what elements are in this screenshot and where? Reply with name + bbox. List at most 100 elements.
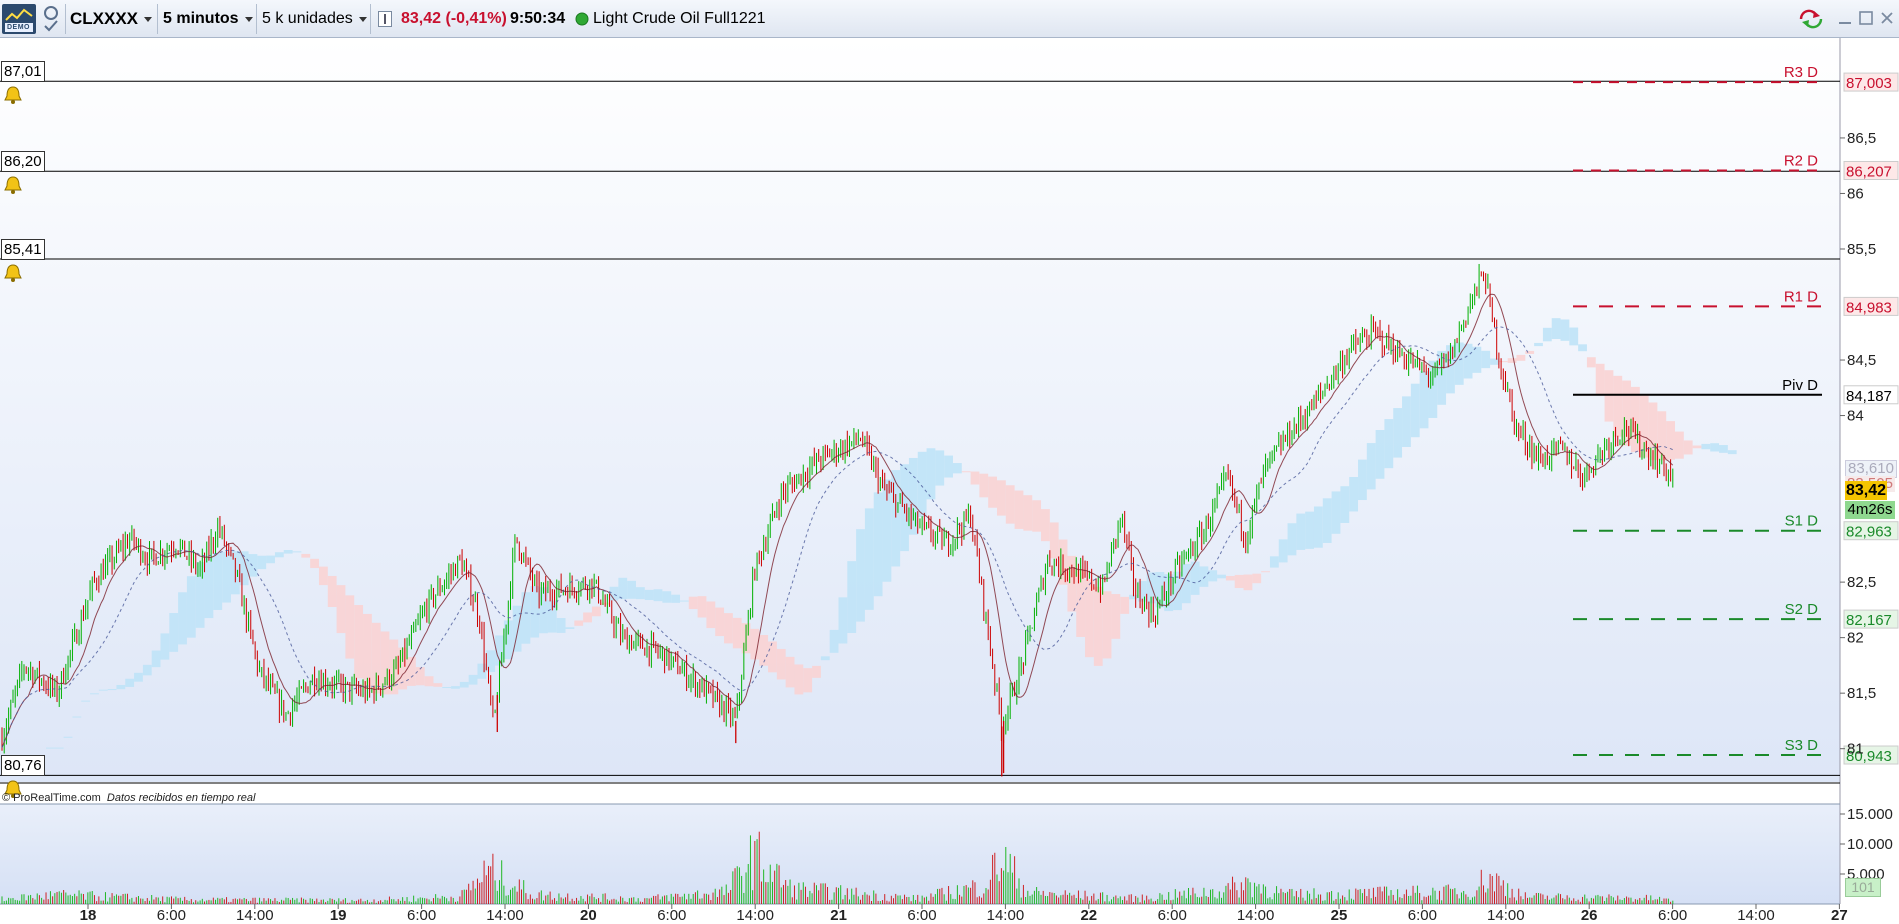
- cloud-segment: [98, 689, 108, 691]
- info-button[interactable]: [378, 0, 392, 38]
- cloud-segment: [415, 667, 425, 686]
- cloud-segment: [1551, 318, 1561, 340]
- cloud-segment: [591, 606, 601, 617]
- cloud-segment: [1507, 358, 1517, 363]
- price-tick-label: 82: [1847, 630, 1864, 647]
- last-price-label: 83,42: [1845, 481, 1887, 500]
- cloud-segment: [1683, 440, 1693, 455]
- cloud-segment: [1340, 486, 1350, 523]
- cloud-segment: [160, 633, 170, 660]
- cloud-segment: [1093, 586, 1103, 666]
- pivot-value-label: 86,207: [1846, 163, 1892, 180]
- cloud-segment: [680, 600, 689, 602]
- maximize-button[interactable]: [1858, 9, 1876, 27]
- cloud-segment: [1534, 342, 1543, 347]
- alert-level-label[interactable]: 85,41: [1, 238, 45, 260]
- cloud-segment: [1410, 383, 1420, 438]
- demo-label: DEMO: [7, 24, 30, 31]
- alert-level-label[interactable]: 86,20: [1, 151, 45, 173]
- cloud-segment: [1719, 445, 1728, 453]
- cloud-segment: [935, 450, 945, 486]
- cloud-segment: [327, 575, 337, 608]
- cloud-segment: [627, 580, 636, 599]
- separator: [256, 4, 257, 34]
- pivot-value-label: 82,963: [1846, 524, 1892, 541]
- price-tick-label: 81: [1847, 741, 1864, 758]
- cloud-segment: [803, 668, 813, 693]
- cloud-segment: [829, 629, 839, 653]
- cloud-segment: [1560, 319, 1570, 341]
- minimize-icon: [1839, 22, 1851, 24]
- cloud-segment: [1041, 509, 1050, 542]
- cloud-segment: [1208, 570, 1218, 582]
- cloud-segment: [54, 747, 64, 749]
- status-indicator: [575, 0, 589, 38]
- cloud-segment: [142, 664, 152, 676]
- price-tick-label: 81,5: [1847, 685, 1876, 702]
- price-tick-label: 86: [1847, 185, 1864, 202]
- cloud-segment: [1225, 576, 1235, 581]
- cloud-segment: [125, 678, 135, 687]
- cloud-segment: [1032, 500, 1042, 532]
- close-button[interactable]: [1879, 9, 1897, 27]
- chart-area[interactable]: R3 D 87,003 R2 D 86,207 R1 D 84,983 Piv D 84,18…: [0, 38, 1899, 924]
- cloud-segment: [1472, 346, 1482, 373]
- pivot-name-label: S2 D: [1785, 601, 1819, 618]
- cloud-segment: [996, 480, 1006, 516]
- cloud-segment: [759, 635, 769, 666]
- price-chart[interactable]: R3 D 87,003 R2 D 86,207 R1 D 84,983 Piv D 84,18…: [0, 38, 1899, 924]
- cloud-segment: [1586, 357, 1596, 368]
- bell-icon[interactable]: [2, 84, 24, 106]
- chevron-down-icon: [244, 16, 253, 22]
- minimize-button[interactable]: [1837, 9, 1855, 27]
- bell-icon[interactable]: [2, 262, 24, 284]
- cloud-segment: [873, 492, 883, 597]
- price-change: 83,42 (-0,41%): [401, 10, 507, 27]
- separator: [65, 4, 66, 34]
- sync-button[interactable]: [40, 0, 62, 38]
- alert-level-label[interactable]: 80,76: [1, 755, 45, 777]
- time-tick-label: 6:00: [157, 907, 186, 924]
- demo-logo: DEMO: [2, 0, 36, 38]
- cloud-segment: [864, 508, 874, 610]
- cloud-segment: [1675, 431, 1684, 459]
- price-panel-bg: [0, 38, 1840, 782]
- ticker-select[interactable]: CLXXXX: [70, 0, 153, 38]
- cloud-segment: [134, 672, 143, 682]
- cloud-segment: [336, 585, 346, 634]
- cloud-segment: [961, 471, 971, 473]
- cloud-segment: [776, 648, 786, 680]
- cloud-segment: [926, 448, 936, 500]
- cloud-segment: [1463, 343, 1473, 379]
- cloud-segment: [688, 596, 698, 610]
- bell-icon[interactable]: [2, 174, 24, 196]
- cloud-segment: [1331, 491, 1341, 534]
- sync-icon: [44, 6, 58, 32]
- cloud-segment: [1305, 511, 1314, 549]
- cloud-segment: [732, 617, 742, 649]
- timeframe-select[interactable]: 5 minutos: [163, 0, 253, 38]
- footer: © ProRealTime.com Datos recibidos en tie…: [2, 792, 255, 804]
- cloud-segment: [512, 605, 522, 652]
- cloud-segment: [151, 650, 161, 668]
- cloud-segment: [944, 455, 953, 478]
- cloud-segment: [46, 747, 55, 749]
- cloud-segment: [477, 663, 487, 679]
- cloud-segment: [1613, 375, 1623, 437]
- cloud-segment: [1252, 573, 1262, 584]
- pivot-name-label: R2 D: [1784, 152, 1818, 169]
- cloud-segment: [556, 618, 566, 633]
- cloud-segment: [468, 674, 478, 685]
- timeframe-label: 5 minutos: [163, 10, 239, 27]
- cloud-segment: [1049, 522, 1059, 559]
- cloud-segment: [1085, 579, 1094, 658]
- cloud-segment: [318, 566, 328, 586]
- cloud-segment: [952, 463, 962, 474]
- alert-level-label[interactable]: 87,01: [1, 61, 45, 83]
- units-select[interactable]: 5 k unidades: [262, 0, 367, 38]
- cloud-segment: [1067, 555, 1077, 612]
- refresh-button[interactable]: [1798, 9, 1823, 29]
- cloud-segment: [1234, 574, 1244, 589]
- cloud-segment: [521, 592, 531, 644]
- pivot-value-label: 87,003: [1846, 75, 1892, 92]
